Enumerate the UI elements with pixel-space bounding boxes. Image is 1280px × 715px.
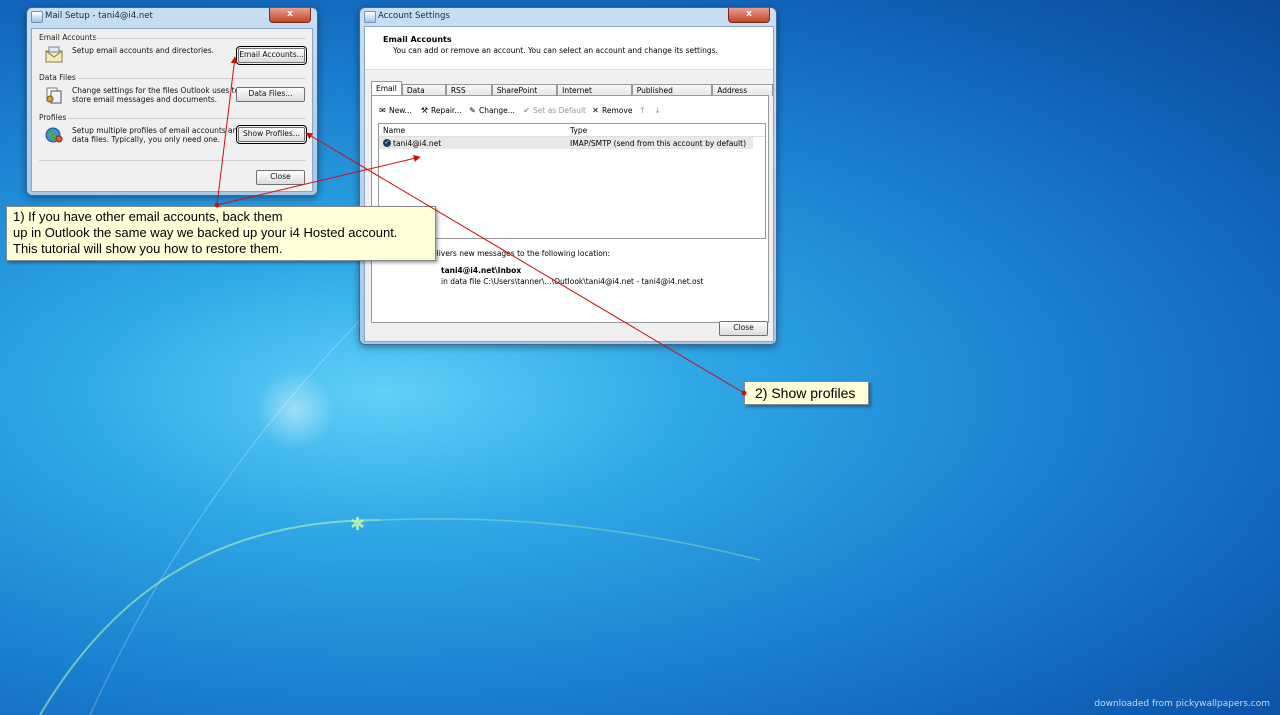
account-settings-close-icon[interactable]: x	[728, 8, 770, 23]
step2-callout: 2) Show profiles	[744, 381, 869, 405]
mail-setup-client: Email Accounts Setup email accounts and …	[31, 28, 313, 192]
profiles-section-label: Profiles	[39, 113, 67, 122]
section-divider	[94, 38, 306, 39]
repair-button[interactable]: ⚒ Repair...	[420, 106, 462, 115]
header-subtitle: You can add or remove an account. You ca…	[393, 46, 718, 55]
header-title: Email Accounts	[383, 35, 452, 44]
change-icon: ✎	[469, 106, 476, 115]
account-settings-titlebar[interactable]: Account Settings x	[360, 8, 776, 26]
mail-setup-close-button[interactable]: Close	[256, 170, 305, 185]
new-label: New...	[389, 106, 412, 115]
move-up-button[interactable]: ↑	[638, 106, 647, 115]
email-accounts-button[interactable]: Email Accounts...	[236, 46, 307, 65]
remove-label: Remove	[602, 106, 633, 115]
section-divider	[68, 118, 306, 119]
column-header-name[interactable]: Name	[383, 126, 405, 135]
set-as-default-button[interactable]: ✔ Set as Default	[522, 106, 586, 115]
column-header-type[interactable]: Type	[570, 126, 587, 135]
svg-text:✱: ✱	[350, 514, 365, 535]
account-settings-app-icon	[364, 11, 376, 23]
new-icon: ✉	[379, 106, 386, 115]
mail-setup-app-icon	[31, 11, 43, 23]
repair-label: Repair...	[431, 106, 462, 115]
mail-setup-title: Mail Setup - tani4@i4.net	[45, 11, 153, 21]
tab-email[interactable]: Email	[371, 81, 402, 96]
account-list[interactable]: Name Type ✓ tani4@i4.net IMAP/SMTP (send…	[378, 123, 766, 239]
data-files-icon	[46, 87, 62, 104]
data-files-section-label: Data Files	[39, 73, 76, 82]
envelope-icon	[45, 46, 63, 63]
delivery-data-file: in data file C:\Users\tanner\...\Outlook…	[441, 277, 704, 286]
change-label: Change...	[479, 106, 515, 115]
move-down-button[interactable]: ↓	[653, 106, 662, 115]
section-divider	[78, 78, 306, 79]
arrow-up-icon: ↑	[639, 106, 646, 115]
delivery-description: elivers new messages to the following lo…	[432, 249, 611, 258]
email-accounts-description: Setup email accounts and directories.	[72, 46, 215, 55]
profiles-globe-icon	[45, 127, 63, 143]
arrow-down-icon: ↓	[654, 106, 661, 115]
email-accounts-section-label: Email Accounts	[39, 33, 97, 42]
table-row[interactable]: ✓ tani4@i4.net IMAP/SMTP (send from this…	[379, 137, 753, 149]
profiles-description-line1: Setup multiple profiles of email account…	[72, 126, 243, 135]
check-circle-icon: ✔	[523, 106, 530, 115]
account-settings-header: Email Accounts You can add or remove an …	[365, 27, 773, 70]
data-files-description-line2: store email messages and documents.	[72, 95, 218, 104]
default-account-check-icon: ✓	[383, 139, 391, 147]
step1-line1: 1) If you have other email accounts, bac…	[13, 209, 283, 224]
profiles-description-line2: data files. Typically, you only need one…	[72, 135, 221, 144]
account-settings-title: Account Settings	[378, 11, 450, 21]
show-profiles-button[interactable]: Show Profiles...	[236, 125, 307, 144]
delivery-folder: tani4@i4.net\Inbox	[441, 266, 522, 275]
repair-icon: ⚒	[420, 106, 429, 115]
mail-setup-titlebar[interactable]: Mail Setup - tani4@i4.net x	[27, 8, 317, 26]
account-settings-window: Account Settings x Email Accounts You ca…	[359, 7, 777, 345]
account-name-cell: tani4@i4.net	[393, 139, 442, 148]
tab-strip: Email Data Files RSS Feeds SharePoint Li…	[371, 81, 773, 106]
footer-divider	[39, 160, 306, 161]
set-as-default-label: Set as Default	[533, 106, 586, 115]
change-button[interactable]: ✎ Change...	[468, 106, 515, 115]
account-type-cell: IMAP/SMTP (send from this account by def…	[570, 139, 746, 148]
account-settings-close-button[interactable]: Close	[719, 321, 768, 336]
remove-x-icon: ✕	[592, 106, 599, 115]
step1-line3: This tutorial will show you how to resto…	[13, 241, 283, 256]
data-files-description-line1: Change settings for the files Outlook us…	[72, 86, 240, 95]
step1-callout: 1) If you have other email accounts, bac…	[6, 206, 436, 261]
step1-line2: up in Outlook the same way we backed up …	[13, 225, 398, 240]
account-list-header: Name Type	[379, 124, 765, 137]
step2-text: 2) Show profiles	[755, 385, 856, 401]
remove-button[interactable]: ✕ Remove	[591, 106, 632, 115]
mail-setup-close-icon[interactable]: x	[269, 8, 311, 23]
mail-setup-window: Mail Setup - tani4@i4.net x Email Accoun…	[26, 7, 318, 196]
new-account-button[interactable]: ✉ New...	[378, 106, 412, 115]
account-settings-client: Email Accounts You can add or remove an …	[364, 26, 774, 342]
watermark: downloaded from pickywallpapers.com	[1094, 699, 1270, 709]
data-files-button[interactable]: Data Files...	[236, 87, 305, 102]
